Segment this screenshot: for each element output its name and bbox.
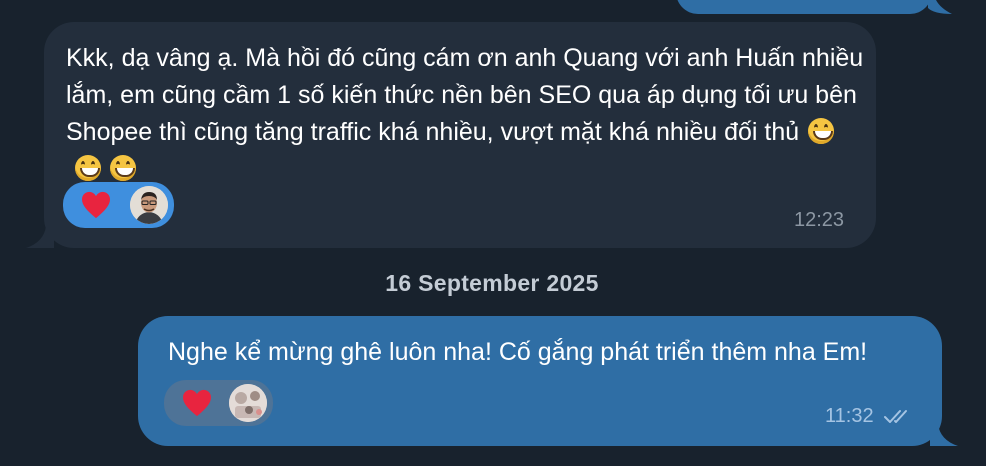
bubble-tail (26, 226, 54, 248)
avatar[interactable] (130, 186, 168, 224)
message-timestamp: 12:23 (794, 209, 845, 231)
grinning-face-emoji (808, 118, 835, 144)
previous-message-bubble[interactable] (676, 0, 932, 14)
bubble-tail (928, 0, 952, 14)
bubble-tail (930, 424, 958, 446)
incoming-message-text: Kkk, dạ vâng ạ. Mà hồi đó cũng cám ơn an… (66, 40, 866, 188)
date-separator: 16 September 2025 (0, 270, 986, 297)
outgoing-message-text: Nghe kể mừng ghê luôn nha! Cố gắng phát … (168, 338, 868, 366)
grinning-face-emoji (75, 155, 101, 181)
message-timestamp: 11:32 (825, 405, 874, 427)
reaction-chip[interactable] (164, 380, 273, 426)
double-check-icon (884, 410, 907, 423)
date-separator-label: 16 September 2025 (385, 270, 599, 296)
heart-icon (82, 191, 110, 219)
reaction-chip[interactable] (63, 182, 174, 228)
message-text: Kkk, dạ vâng ạ. Mà hồi đó cũng cám ơn an… (66, 44, 864, 146)
avatar[interactable] (229, 384, 267, 422)
heart-icon (183, 389, 211, 417)
grinning-face-emoji (110, 155, 136, 181)
